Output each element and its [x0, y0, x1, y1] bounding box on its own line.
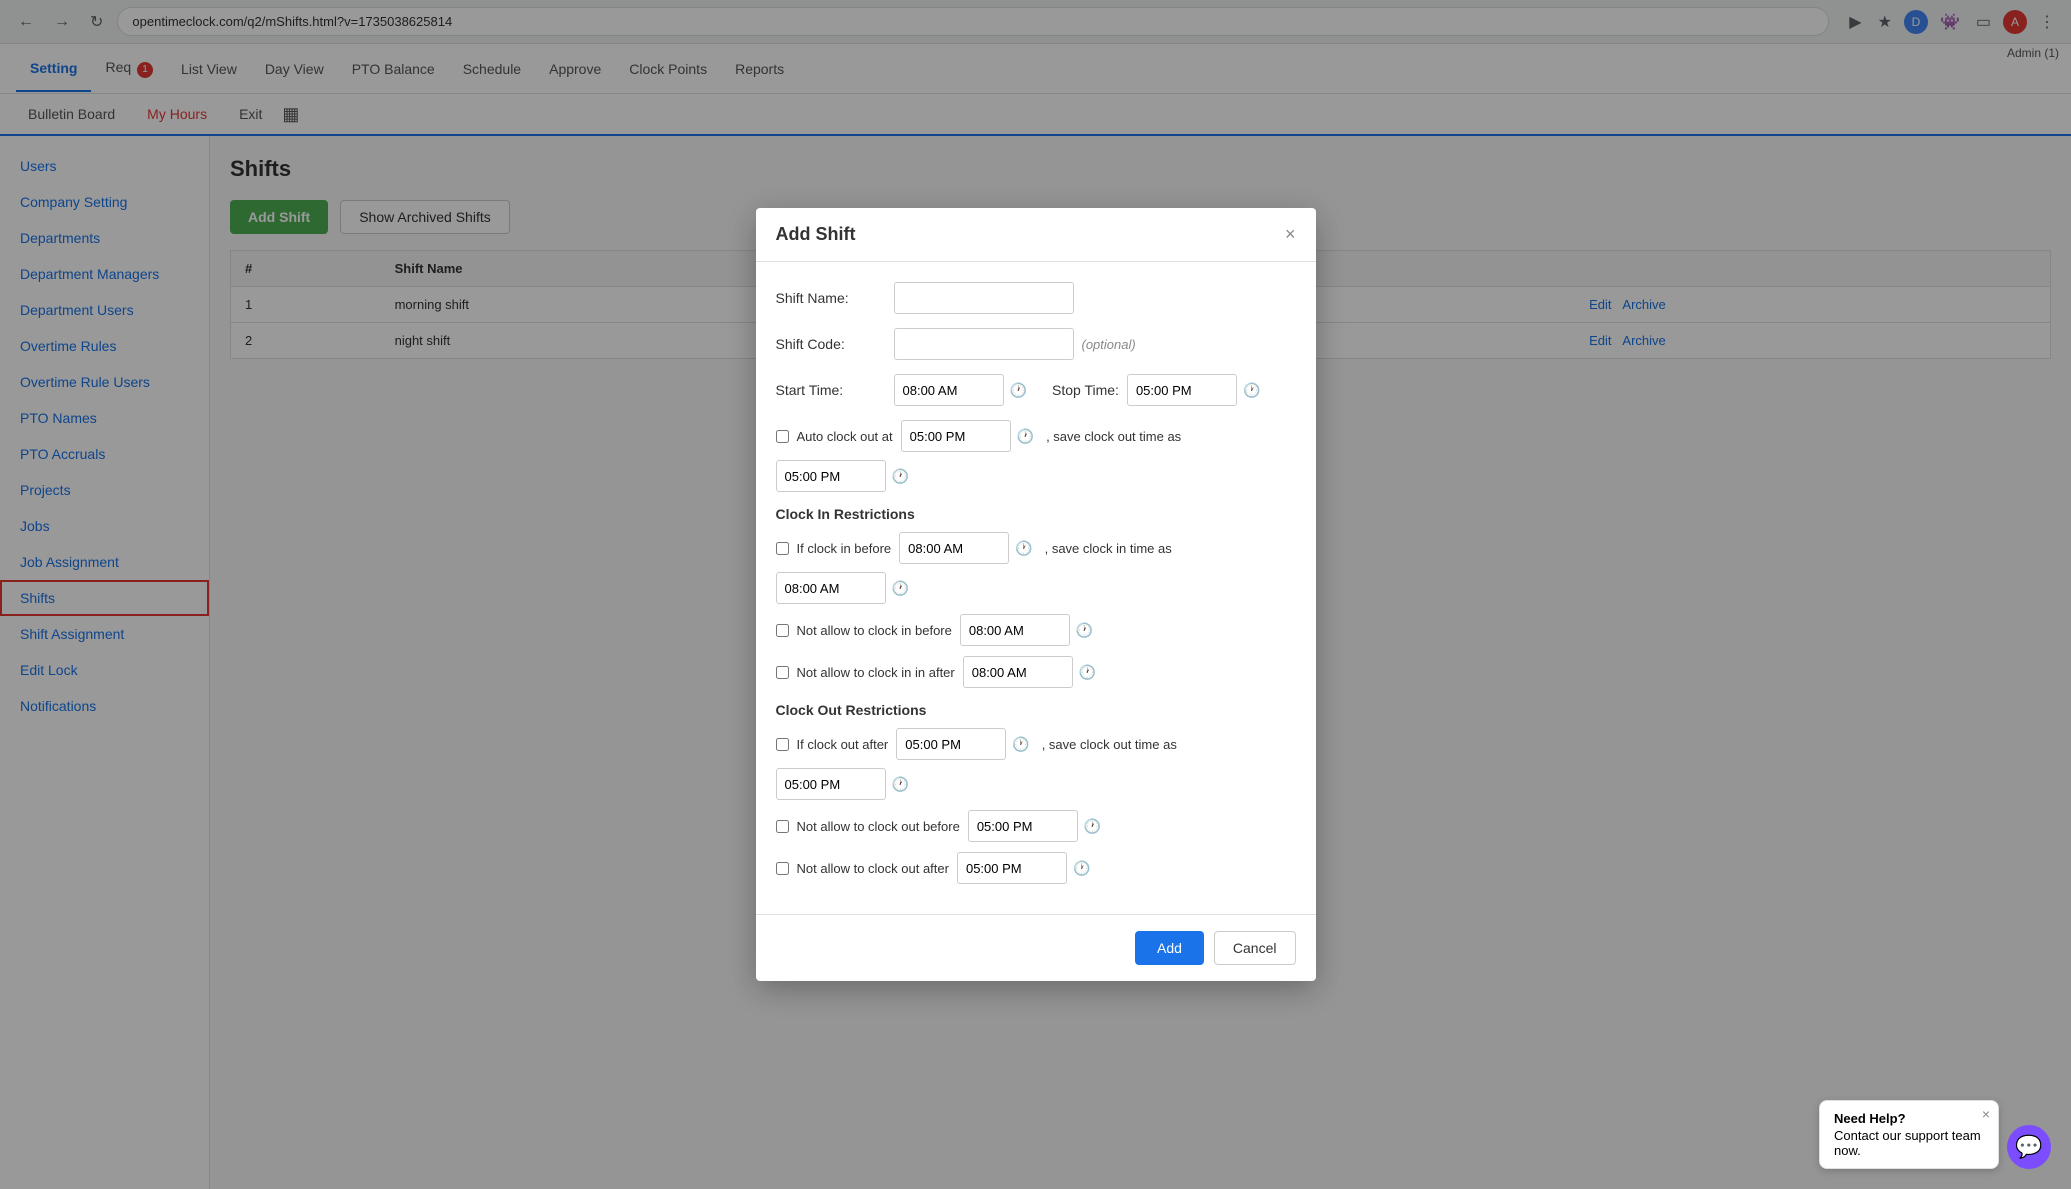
help-bubble-subtitle: Contact our support team now. — [1834, 1128, 1984, 1158]
time-row: Start Time: 🕐 Stop Time: 🕐 — [776, 374, 1296, 406]
not-allow-clock-out-before-label: Not allow to clock out before — [797, 819, 960, 834]
cancel-button[interactable]: Cancel — [1214, 931, 1296, 965]
clock-in-before-icon[interactable]: 🕐 — [1011, 540, 1036, 557]
shift-code-label: Shift Code: — [776, 336, 886, 352]
not-allow-clock-out-before-icon[interactable]: 🕐 — [1080, 818, 1105, 835]
start-time-input[interactable] — [894, 374, 1004, 406]
stop-time-wrap: 🕐 — [1127, 374, 1264, 406]
clock-in-before-row: If clock in before 🕐 , save clock in tim… — [776, 532, 1296, 604]
not-allow-clock-in-after-row: Not allow to clock in in after 🕐 — [776, 656, 1296, 688]
shift-name-input[interactable] — [894, 282, 1074, 314]
modal-title: Add Shift — [776, 224, 856, 245]
not-allow-clock-in-after-time[interactable] — [963, 656, 1073, 688]
not-allow-clock-out-after-icon[interactable]: 🕐 — [1069, 860, 1094, 877]
clock-out-after-checkbox[interactable] — [776, 738, 789, 751]
modal-close-button[interactable]: × — [1285, 224, 1296, 245]
help-bubble-title: Need Help? — [1834, 1111, 1984, 1126]
stop-time-input[interactable] — [1127, 374, 1237, 406]
auto-clock-out-save-label: , save clock out time as — [1046, 429, 1181, 444]
clock-out-save-time-wrap: 🕐 — [776, 768, 913, 800]
not-allow-clock-out-before-row: Not allow to clock out before 🕐 — [776, 810, 1296, 842]
clock-out-save-icon[interactable]: 🕐 — [888, 776, 913, 793]
help-widget: × Need Help? Contact our support team no… — [1819, 1100, 2051, 1169]
not-allow-clock-in-before-icon[interactable]: 🕐 — [1072, 622, 1097, 639]
clock-in-before-label: If clock in before — [797, 541, 892, 556]
clock-out-section-title: Clock Out Restrictions — [776, 702, 1296, 718]
clock-out-save-label: , save clock out time as — [1042, 737, 1177, 752]
clock-in-save-time-wrap: 🕐 — [776, 572, 913, 604]
not-allow-clock-out-after-row: Not allow to clock out after 🕐 — [776, 852, 1296, 884]
stop-time-clock-icon[interactable]: 🕐 — [1239, 382, 1264, 399]
not-allow-clock-out-after-time-wrap: 🕐 — [957, 852, 1094, 884]
clock-out-after-label: If clock out after — [797, 737, 889, 752]
auto-clock-out-checkbox[interactable] — [776, 430, 789, 443]
start-time-clock-icon[interactable]: 🕐 — [1006, 382, 1031, 399]
clock-in-before-save-label: , save clock in time as — [1045, 541, 1172, 556]
auto-clock-out-time[interactable] — [901, 420, 1011, 452]
start-time-label: Start Time: — [776, 382, 886, 398]
shift-name-row: Shift Name: — [776, 282, 1296, 314]
not-allow-clock-in-before-time[interactable] — [960, 614, 1070, 646]
clock-out-save-time[interactable] — [776, 768, 886, 800]
clock-in-before-checkbox[interactable] — [776, 542, 789, 555]
modal-header: Add Shift × — [756, 208, 1316, 262]
optional-text: (optional) — [1082, 337, 1136, 352]
not-allow-clock-in-before-label: Not allow to clock in before — [797, 623, 952, 638]
help-avatar[interactable]: 💬 — [2007, 1125, 2051, 1169]
not-allow-clock-in-before-time-wrap: 🕐 — [960, 614, 1097, 646]
modal-body: Shift Name: Shift Code: (optional) Start… — [756, 262, 1316, 914]
not-allow-clock-out-before-checkbox[interactable] — [776, 820, 789, 833]
modal-overlay: Add Shift × Shift Name: Shift Code: (opt… — [0, 0, 2071, 1189]
stop-time-label: Stop Time: — [1039, 382, 1119, 398]
auto-save-time-wrap: 🕐 — [776, 460, 913, 492]
not-allow-clock-out-before-time-wrap: 🕐 — [968, 810, 1105, 842]
not-allow-clock-in-before-checkbox[interactable] — [776, 624, 789, 637]
not-allow-clock-in-after-icon[interactable]: 🕐 — [1075, 664, 1100, 681]
start-time-wrap: 🕐 — [894, 374, 1031, 406]
auto-clock-out-row: Auto clock out at 🕐 , save clock out tim… — [776, 420, 1296, 492]
shift-code-input[interactable] — [894, 328, 1074, 360]
clock-out-after-time-wrap: 🕐 — [896, 728, 1033, 760]
modal-footer: Add Cancel — [756, 914, 1316, 981]
shift-code-row: Shift Code: (optional) — [776, 328, 1296, 360]
not-allow-clock-in-before-row: Not allow to clock in before 🕐 — [776, 614, 1296, 646]
clock-out-after-row: If clock out after 🕐 , save clock out ti… — [776, 728, 1296, 800]
not-allow-clock-out-before-time[interactable] — [968, 810, 1078, 842]
not-allow-clock-out-after-label: Not allow to clock out after — [797, 861, 949, 876]
help-bubble: × Need Help? Contact our support team no… — [1819, 1100, 1999, 1169]
clock-in-save-icon[interactable]: 🕐 — [888, 580, 913, 597]
add-button[interactable]: Add — [1135, 931, 1204, 965]
not-allow-clock-in-after-time-wrap: 🕐 — [963, 656, 1100, 688]
clock-in-section-title: Clock In Restrictions — [776, 506, 1296, 522]
help-bubble-close-button[interactable]: × — [1982, 1107, 1990, 1121]
auto-clock-out-time-wrap: 🕐 — [901, 420, 1038, 452]
clock-out-after-time[interactable] — [896, 728, 1006, 760]
clock-in-save-time[interactable] — [776, 572, 886, 604]
not-allow-clock-in-after-label: Not allow to clock in in after — [797, 665, 955, 680]
add-shift-modal: Add Shift × Shift Name: Shift Code: (opt… — [756, 208, 1316, 981]
shift-name-label: Shift Name: — [776, 290, 886, 306]
clock-out-after-icon[interactable]: 🕐 — [1008, 736, 1033, 753]
auto-save-time[interactable] — [776, 460, 886, 492]
clock-in-before-time[interactable] — [899, 532, 1009, 564]
auto-clock-out-label: Auto clock out at — [797, 429, 893, 444]
not-allow-clock-out-after-time[interactable] — [957, 852, 1067, 884]
auto-clock-icon[interactable]: 🕐 — [1013, 428, 1038, 445]
clock-in-before-time-wrap: 🕐 — [899, 532, 1036, 564]
auto-save-clock-icon[interactable]: 🕐 — [888, 468, 913, 485]
not-allow-clock-in-after-checkbox[interactable] — [776, 666, 789, 679]
not-allow-clock-out-after-checkbox[interactable] — [776, 862, 789, 875]
